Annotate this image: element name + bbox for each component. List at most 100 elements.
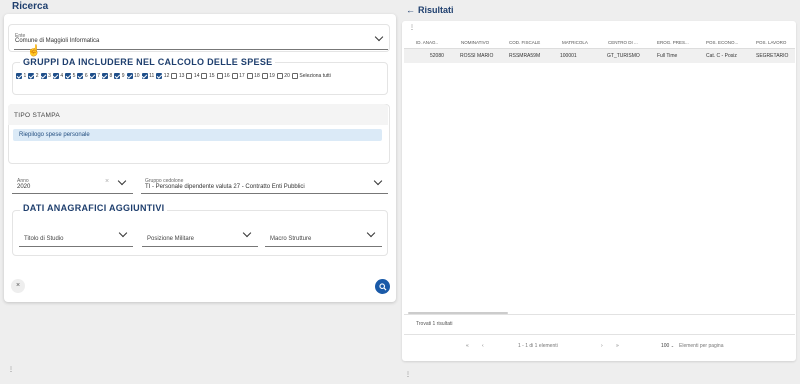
gruppo-checkbox-label: 20 <box>284 73 290 79</box>
checkbox-checked-icon[interactable] <box>65 73 72 79</box>
column-header-cod-fiscale[interactable]: COD. FISCALE <box>509 40 540 45</box>
checkbox-unchecked-icon[interactable] <box>261 73 268 79</box>
column-header-matricola[interactable]: MATRICOLA <box>562 40 588 45</box>
gruppo-checkbox[interactable]: 9 <box>114 72 125 80</box>
close-button[interactable]: × <box>11 279 25 293</box>
gruppo-cedolone-value[interactable]: TI - Personale dipendente valuta 27 - Co… <box>145 184 305 190</box>
gruppo-checkbox-label: 13 <box>178 73 185 79</box>
gruppo-checkbox-label: 8 <box>109 73 113 79</box>
search-icon <box>378 282 386 290</box>
next-page-icon[interactable]: › <box>601 343 603 349</box>
left-more-icon[interactable]: ⋮ <box>8 366 14 373</box>
titolo-studio-underline <box>19 246 133 247</box>
titolo-studio-select[interactable]: Titolo di Studio <box>24 236 63 242</box>
checkbox-unchecked-icon[interactable] <box>246 73 253 79</box>
gruppo-checkbox-label: 16 <box>224 73 230 79</box>
column-header-pos-lavoro[interactable]: POS. LAVORO <box>756 40 786 45</box>
checkbox-unchecked-icon[interactable] <box>231 73 238 79</box>
prev-page-icon[interactable]: ‹ <box>482 343 484 349</box>
gruppo-checkbox[interactable]: 10 <box>126 72 140 80</box>
checkbox-checked-icon[interactable] <box>16 73 22 79</box>
gruppo-checkbox[interactable]: 15 <box>201 72 215 80</box>
checkbox-unchecked-icon[interactable] <box>201 73 208 79</box>
gruppo-checkbox-label: 7 <box>97 73 100 79</box>
checkbox-checked-icon[interactable] <box>52 73 59 79</box>
search-button[interactable] <box>375 279 390 294</box>
search-panel-title: Ricerca <box>12 1 49 12</box>
gruppo-checkbox-label: 11 <box>149 73 155 79</box>
gruppi-title: GRUPPI DA INCLUDERE NEL CALCOLO DELLE SP… <box>20 57 276 67</box>
gruppo-checkbox[interactable]: 1 <box>16 72 26 80</box>
gruppo-checkbox[interactable]: Seleziona tutti <box>291 72 331 80</box>
anno-underline <box>12 193 133 194</box>
checkbox-checked-icon[interactable] <box>101 73 108 79</box>
checkbox-unchecked-icon[interactable] <box>276 73 283 79</box>
checkbox-checked-icon[interactable] <box>126 73 133 79</box>
back-arrow-icon[interactable]: ← <box>406 5 415 15</box>
checkbox-checked-icon[interactable] <box>114 73 121 79</box>
column-header-pos-econo[interactable]: POS. ECONO... <box>706 40 738 45</box>
column-header-centro[interactable]: CENTRO DI ... <box>608 40 638 45</box>
column-header-id-anag[interactable]: ID. ANAG.. <box>416 40 438 45</box>
gruppo-checkbox[interactable]: 19 <box>261 72 275 80</box>
clear-anno-icon[interactable]: × <box>105 178 109 185</box>
gruppo-checkbox-label: 10 <box>134 73 140 79</box>
ente-select[interactable]: Ente Comune di Maggioli Informatica <box>8 24 390 52</box>
gruppo-checkbox[interactable]: 14 <box>186 72 199 80</box>
ente-underline <box>14 49 388 50</box>
gruppo-checkbox[interactable]: 17 <box>231 72 245 80</box>
checkbox-unchecked-icon[interactable] <box>216 73 223 79</box>
cell-erog-pres: Full Time <box>657 53 678 59</box>
checkbox-checked-icon[interactable] <box>28 73 35 79</box>
gruppo-checkbox-label: 15 <box>208 73 215 79</box>
results-title-text: Risultati <box>418 5 454 15</box>
per-page-label: Elementi per pagina <box>679 343 724 349</box>
tipo-stampa-option-selected[interactable]: Riepilogo spese personale <box>13 129 382 141</box>
gruppo-checkbox-label: 12 <box>163 73 170 79</box>
posizione-militare-select[interactable]: Posizione Militare <box>147 236 194 242</box>
results-count: Trovati 1 risultati <box>416 321 453 327</box>
checkbox-checked-icon[interactable] <box>40 73 47 79</box>
gruppo-checkbox-label: 5 <box>72 73 76 79</box>
per-page-select[interactable]: 100 ⌄ <box>661 343 674 349</box>
column-header-nominativo[interactable]: NOMINATIVO <box>461 40 489 45</box>
last-page-icon[interactable]: » <box>616 343 619 349</box>
gruppo-checkbox-label: 4 <box>60 73 64 79</box>
gruppo-checkbox-label: Seleziona tutti <box>299 73 331 79</box>
checkbox-unchecked-icon[interactable] <box>171 73 178 79</box>
checkbox-checked-icon[interactable] <box>141 73 148 79</box>
first-page-icon[interactable]: « <box>466 343 469 349</box>
dati-anagrafici-box <box>12 210 388 256</box>
gruppo-checkbox[interactable]: 18 <box>246 72 260 80</box>
anno-value[interactable]: 2020 <box>17 184 30 190</box>
column-header-erog-pres[interactable]: EROG. PRES... <box>657 40 689 45</box>
chevron-down-icon[interactable] <box>374 32 384 42</box>
gruppo-checkbox[interactable]: 8 <box>101 72 113 80</box>
checkbox-checked-icon[interactable] <box>156 73 163 79</box>
gruppo-checkbox[interactable]: 3 <box>40 72 51 80</box>
checkbox-unchecked-icon[interactable] <box>291 73 298 79</box>
gruppo-checkbox[interactable]: 6 <box>77 72 88 80</box>
gruppo-checkbox[interactable]: 4 <box>52 72 64 80</box>
right-more-icon[interactable]: ⋮ <box>405 371 411 378</box>
cell-pos-lavoro: SEGRETARIO <box>756 53 789 59</box>
gruppo-checkbox[interactable]: 11 <box>141 72 155 80</box>
gruppo-checkbox[interactable]: 5 <box>65 72 75 80</box>
checkbox-checked-icon[interactable] <box>89 73 96 79</box>
cell-pos-econo: Cat. C - Posiz <box>706 53 737 59</box>
gruppo-checkbox-label: 1 <box>23 73 27 79</box>
gruppo-checkbox[interactable]: 13 <box>171 72 184 80</box>
gruppo-checkbox[interactable]: 7 <box>89 72 100 80</box>
macro-strutture-select[interactable]: Macro Strutture <box>270 236 311 242</box>
gruppo-checkbox[interactable]: 16 <box>216 72 230 80</box>
gruppo-checkbox[interactable]: 2 <box>28 72 39 80</box>
cell-nominativo: ROSSI MARIO <box>460 53 494 59</box>
gruppo-checkbox-label: 14 <box>193 73 200 79</box>
checkbox-checked-icon[interactable] <box>77 73 84 79</box>
gruppo-checkbox-label: 17 <box>239 73 245 79</box>
gruppo-checkbox[interactable]: 12 <box>156 72 169 80</box>
gruppo-checkbox[interactable]: 20 <box>276 72 290 80</box>
dati-anagrafici-title: DATI ANAGRAFICI AGGIUNTIVI <box>20 203 168 213</box>
results-menu-icon[interactable]: ⋮ <box>409 24 415 31</box>
checkbox-unchecked-icon[interactable] <box>186 73 193 79</box>
